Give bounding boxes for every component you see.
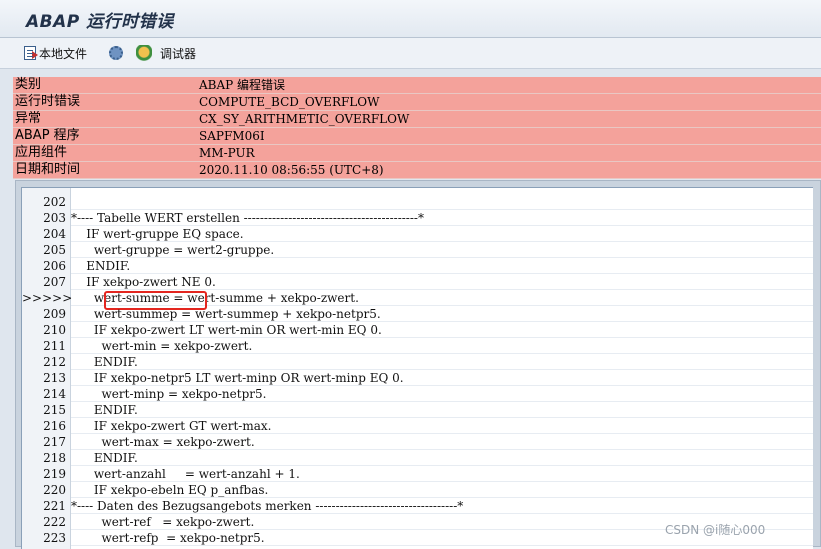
code-text: IF xekpo-ebeln EQ p_anfbas. <box>71 483 269 497</box>
line-number: 218 <box>43 451 66 465</box>
debugger-button[interactable]: 调试器 <box>136 43 196 63</box>
code-line: 207 IF xekpo-zwert NE 0. <box>22 274 813 290</box>
error-header-table: 类别 ABAP 编程错误 运行时错误 COMPUTE_BCD_OVERFLOW … <box>13 77 821 179</box>
line-number: 215 <box>43 403 66 417</box>
header-label: ABAP 程序 <box>15 128 80 143</box>
code-line: 211 wert-min = xekpo-zwert. <box>22 338 813 354</box>
code-line: 212 ENDIF. <box>22 354 813 370</box>
code-line: 210 IF xekpo-zwert LT wert-min OR wert-m… <box>22 322 813 338</box>
local-file-icon <box>24 46 38 60</box>
code-text: *---- Daten des Bezugsangebots merken --… <box>71 499 464 513</box>
code-text: wert-anzahl = wert-anzahl + 1. <box>71 467 300 481</box>
line-number: 222 <box>43 515 66 529</box>
header-row-datetime: 日期和时间 2020.11.10 08:56:55 (UTC+8) <box>13 162 821 179</box>
code-line: 213 IF xekpo-netpr5 LT wert-minp OR wert… <box>22 370 813 386</box>
code-line: 218 ENDIF. <box>22 450 813 466</box>
settings-icon <box>109 46 123 60</box>
code-line: 206 ENDIF. <box>22 258 813 274</box>
header-value: 2020.11.10 08:56:55 (UTC+8) <box>199 163 384 177</box>
header-value: CX_SY_ARITHMETIC_OVERFLOW <box>199 112 410 126</box>
debugger-label: 调试器 <box>160 46 197 61</box>
line-number: 206 <box>43 259 66 273</box>
code-text: ENDIF. <box>71 259 131 273</box>
header-label: 类别 <box>15 77 42 92</box>
line-number: 203 <box>43 211 66 225</box>
line-number: 212 <box>43 355 66 369</box>
header-label: 应用组件 <box>15 145 68 160</box>
toolbar: 本地文件 调试器 <box>0 38 821 69</box>
line-number: 209 <box>43 307 66 321</box>
line-number: 214 <box>43 387 66 401</box>
code-line: 204 IF wert-gruppe EQ space. <box>22 226 813 242</box>
code-line: 220 IF xekpo-ebeln EQ p_anfbas. <box>22 482 813 498</box>
debugger-icon <box>136 45 152 61</box>
line-number: 205 <box>43 243 66 257</box>
code-line: 202 <box>22 194 813 210</box>
local-file-label: 本地文件 <box>39 46 88 61</box>
header-value: ABAP 编程错误 <box>199 78 286 92</box>
code-line: 219 wert-anzahl = wert-anzahl + 1. <box>22 466 813 482</box>
header-row-program: ABAP 程序 SAPFM06I <box>13 128 821 145</box>
line-number: 213 <box>43 371 66 385</box>
header-row-component: 应用组件 MM-PUR <box>13 145 821 162</box>
header-row-runtime-error: 运行时错误 COMPUTE_BCD_OVERFLOW <box>13 94 821 111</box>
line-number: 217 <box>43 435 66 449</box>
header-value: MM-PUR <box>199 146 255 160</box>
local-file-button[interactable]: 本地文件 <box>24 43 87 63</box>
source-code-panel: 202 203 *---- Tabelle WERT erstellen -----… <box>15 180 821 549</box>
line-number: 220 <box>43 483 66 497</box>
code-line: 216 IF xekpo-zwert GT wert-max. <box>22 418 813 434</box>
code-lines: 202 203 *---- Tabelle WERT erstellen -----… <box>22 194 813 549</box>
line-number: 210 <box>43 323 66 337</box>
code-text: IF xekpo-netpr5 LT wert-minp OR wert-min… <box>71 371 404 385</box>
code-text: IF wert-gruppe EQ space. <box>71 227 244 241</box>
header-label: 日期和时间 <box>15 162 81 177</box>
watermark: CSDN @i随心000 <box>665 523 766 537</box>
line-number: 202 <box>43 195 66 209</box>
code-line: 214 wert-minp = xekpo-netpr5. <box>22 386 813 402</box>
code-line: 205 wert-gruppe = wert2-gruppe. <box>22 242 813 258</box>
header-value: COMPUTE_BCD_OVERFLOW <box>199 95 380 109</box>
code-text: wert-gruppe = wert2-gruppe. <box>71 243 275 257</box>
line-number: 219 <box>43 467 66 481</box>
line-number: >>>>> <box>22 291 73 305</box>
window-title: ABAP 运行时错误 <box>26 12 174 32</box>
header-value: SAPFM06I <box>199 129 265 143</box>
code-text: wert-summep = wert-summep + xekpo-netpr5… <box>71 307 381 321</box>
code-text: ENDIF. <box>71 451 138 465</box>
header-row-exception: 异常 CX_SY_ARITHMETIC_OVERFLOW <box>13 111 821 128</box>
code-line: 203 *---- Tabelle WERT erstellen --------… <box>22 210 813 226</box>
code-text: wert-min = xekpo-zwert. <box>71 339 253 353</box>
line-number: 204 <box>43 227 66 241</box>
code-line: 221 *---- Daten des Bezugsangebots merken… <box>22 498 813 514</box>
code-text: IF xekpo-zwert GT wert-max. <box>71 419 272 433</box>
line-number: 216 <box>43 419 66 433</box>
header-label: 异常 <box>15 111 42 126</box>
code-text: wert-ref = xekpo-zwert. <box>71 515 255 529</box>
code-line: 217 wert-max = xekpo-zwert. <box>22 434 813 450</box>
code-line: 215 ENDIF. <box>22 402 813 418</box>
line-number: 221 <box>43 499 66 513</box>
code-text: wert-max = xekpo-zwert. <box>71 435 255 449</box>
header-row-category: 类别 ABAP 编程错误 <box>13 77 821 94</box>
settings-button[interactable] <box>109 43 123 63</box>
code-text: IF xekpo-zwert NE 0. <box>71 275 216 289</box>
line-number: 207 <box>43 275 66 289</box>
header-label: 运行时错误 <box>15 94 81 109</box>
code-text: *---- Tabelle WERT erstellen -----------… <box>71 211 424 225</box>
code-text: IF xekpo-zwert LT wert-min OR wert-min E… <box>71 323 382 337</box>
title-bar: ABAP 运行时错误 <box>0 0 821 38</box>
code-text: wert-minp = xekpo-netpr5. <box>71 387 267 401</box>
code-line: >>>>> wert-summe = wert-summe + xekpo-zw… <box>22 290 813 310</box>
line-number: 223 <box>43 531 66 545</box>
source-code-editor[interactable]: 202 203 *---- Tabelle WERT erstellen -----… <box>21 187 813 549</box>
code-text: ENDIF. <box>71 403 138 417</box>
code-line: 209 wert-summep = wert-summep + xekpo-ne… <box>22 306 813 322</box>
code-text: wert-refp = xekpo-netpr5. <box>71 531 265 545</box>
code-text: ENDIF. <box>71 355 138 369</box>
line-number: 211 <box>43 339 66 353</box>
